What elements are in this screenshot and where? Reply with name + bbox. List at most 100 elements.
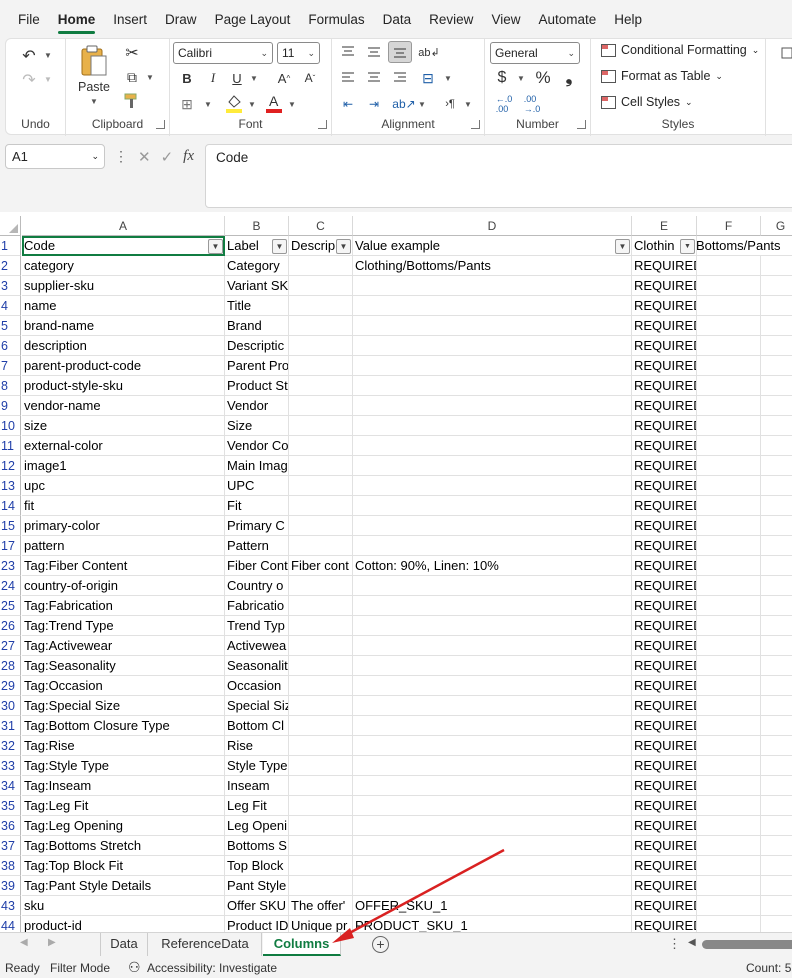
row-number[interactable]: 25 <box>0 596 21 616</box>
cell-a27[interactable]: Tag:Activewear <box>22 636 225 656</box>
currency-dropdown-icon[interactable]: ▼ <box>517 74 525 83</box>
menu-automate[interactable]: Automate <box>529 0 605 38</box>
align-top-icon[interactable] <box>338 42 358 62</box>
cell-e37[interactable]: REQUIRED <box>632 836 697 856</box>
row-number[interactable]: 34 <box>0 776 21 796</box>
horizontal-scrollbar[interactable] <box>702 940 792 949</box>
cell-e31[interactable]: REQUIRED <box>632 716 697 736</box>
merge-dropdown-icon[interactable]: ▼ <box>444 74 452 83</box>
cell-d31[interactable] <box>353 716 632 736</box>
cell-g23[interactable] <box>761 556 792 576</box>
cell-d23[interactable]: Cotton: 90%, Linen: 10% <box>353 556 632 576</box>
sheet-tab-referencedata[interactable]: ReferenceData <box>149 933 262 956</box>
cell-a37[interactable]: Tag:Bottoms Stretch <box>22 836 225 856</box>
row-number[interactable]: 24 <box>0 576 21 596</box>
cell-a43[interactable]: sku <box>22 896 225 916</box>
merge-center-icon[interactable]: ⊟ <box>418 68 438 88</box>
cell-f43[interactable] <box>697 896 761 916</box>
menu-review[interactable]: Review <box>420 0 482 38</box>
cell-e32[interactable]: REQUIRED <box>632 736 697 756</box>
cell-d6[interactable] <box>353 336 632 356</box>
cell-d43[interactable]: OFFER_SKU_1 <box>353 896 632 916</box>
cell-e39[interactable]: REQUIRED <box>632 876 697 896</box>
cell-g5[interactable] <box>761 316 792 336</box>
cell-b34[interactable]: Inseam <box>225 776 289 796</box>
menu-insert[interactable]: Insert <box>104 0 156 38</box>
cell-b35[interactable]: Leg Fit <box>225 796 289 816</box>
cell-b5[interactable]: Brand <box>225 316 289 336</box>
row-number[interactable]: 36 <box>0 816 21 836</box>
cell-f11[interactable] <box>697 436 761 456</box>
cell-f27[interactable] <box>697 636 761 656</box>
cell-g39[interactable] <box>761 876 792 896</box>
cell-d11[interactable] <box>353 436 632 456</box>
cell-f36[interactable] <box>697 816 761 836</box>
row-number[interactable]: 30 <box>0 696 21 716</box>
decrease-font-size-icon[interactable]: Aˇ <box>300 68 320 88</box>
cell-c5[interactable] <box>289 316 353 336</box>
cell-a10[interactable]: size <box>22 416 225 436</box>
cell-g10[interactable] <box>761 416 792 436</box>
column-header-c[interactable]: C <box>289 216 353 236</box>
cell-g28[interactable] <box>761 656 792 676</box>
cell-b17[interactable]: Pattern <box>225 536 289 556</box>
cell-e4[interactable]: REQUIRED <box>632 296 697 316</box>
cell-f1[interactable]: Bottoms/Pants <box>694 236 792 256</box>
cell-c44[interactable]: Unique pr <box>289 916 353 932</box>
cell-f6[interactable] <box>697 336 761 356</box>
insert-function-icon[interactable]: fx <box>183 148 194 165</box>
cell-d13[interactable] <box>353 476 632 496</box>
borders-dropdown-icon[interactable]: ▼ <box>204 100 212 109</box>
cell-b28[interactable]: Seasonalit <box>225 656 289 676</box>
cell-d25[interactable] <box>353 596 632 616</box>
undo-dropdown-icon[interactable]: ▼ <box>44 51 52 60</box>
cell-c14[interactable] <box>289 496 353 516</box>
cell-a36[interactable]: Tag:Leg Opening <box>22 816 225 836</box>
redo-dropdown-icon[interactable]: ▼ <box>44 75 52 84</box>
cell-g32[interactable] <box>761 736 792 756</box>
cell-b26[interactable]: Trend Typ <box>225 616 289 636</box>
cells-group-insert-icon[interactable] <box>780 45 792 61</box>
cell-g43[interactable] <box>761 896 792 916</box>
font-color-dropdown-icon[interactable]: ▼ <box>288 100 296 109</box>
cell-a1[interactable]: Code <box>22 236 225 256</box>
undo-icon[interactable]: ↶ <box>18 45 40 67</box>
menu-file[interactable]: File <box>0 0 49 38</box>
underline-dropdown-icon[interactable]: ▼ <box>250 74 258 83</box>
row-number[interactable]: 32 <box>0 736 21 756</box>
cell-c11[interactable] <box>289 436 353 456</box>
cell-d4[interactable] <box>353 296 632 316</box>
cell-g9[interactable] <box>761 396 792 416</box>
cell-d3[interactable] <box>353 276 632 296</box>
cell-d7[interactable] <box>353 356 632 376</box>
cell-c3[interactable] <box>289 276 353 296</box>
cell-c9[interactable] <box>289 396 353 416</box>
cell-d28[interactable] <box>353 656 632 676</box>
cell-b9[interactable]: Vendor <box>225 396 289 416</box>
filter-dropdown-icon[interactable]: ▼ <box>272 239 287 254</box>
cell-c17[interactable] <box>289 536 353 556</box>
cell-f32[interactable] <box>697 736 761 756</box>
cell-b43[interactable]: Offer SKU <box>225 896 289 916</box>
cell-a3[interactable]: supplier-sku <box>22 276 225 296</box>
cell-e14[interactable]: REQUIRED <box>632 496 697 516</box>
cell-f44[interactable] <box>697 916 761 932</box>
cell-a12[interactable]: image1 <box>22 456 225 476</box>
cell-f12[interactable] <box>697 456 761 476</box>
cell-d15[interactable] <box>353 516 632 536</box>
cell-d5[interactable] <box>353 316 632 336</box>
cell-a9[interactable]: vendor-name <box>22 396 225 416</box>
font-color-icon[interactable]: A <box>264 92 284 114</box>
menu-view[interactable]: View <box>482 0 529 38</box>
cell-a8[interactable]: product-style-sku <box>22 376 225 396</box>
cell-e35[interactable]: REQUIRED <box>632 796 697 816</box>
column-header-a[interactable]: A <box>22 216 225 236</box>
cell-a39[interactable]: Tag:Pant Style Details <box>22 876 225 896</box>
clipboard-launcher-icon[interactable] <box>156 120 165 129</box>
cell-d8[interactable] <box>353 376 632 396</box>
cell-d29[interactable] <box>353 676 632 696</box>
cell-g35[interactable] <box>761 796 792 816</box>
cell-f35[interactable] <box>697 796 761 816</box>
cell-e3[interactable]: REQUIRED <box>632 276 697 296</box>
cell-e28[interactable]: REQUIRED <box>632 656 697 676</box>
